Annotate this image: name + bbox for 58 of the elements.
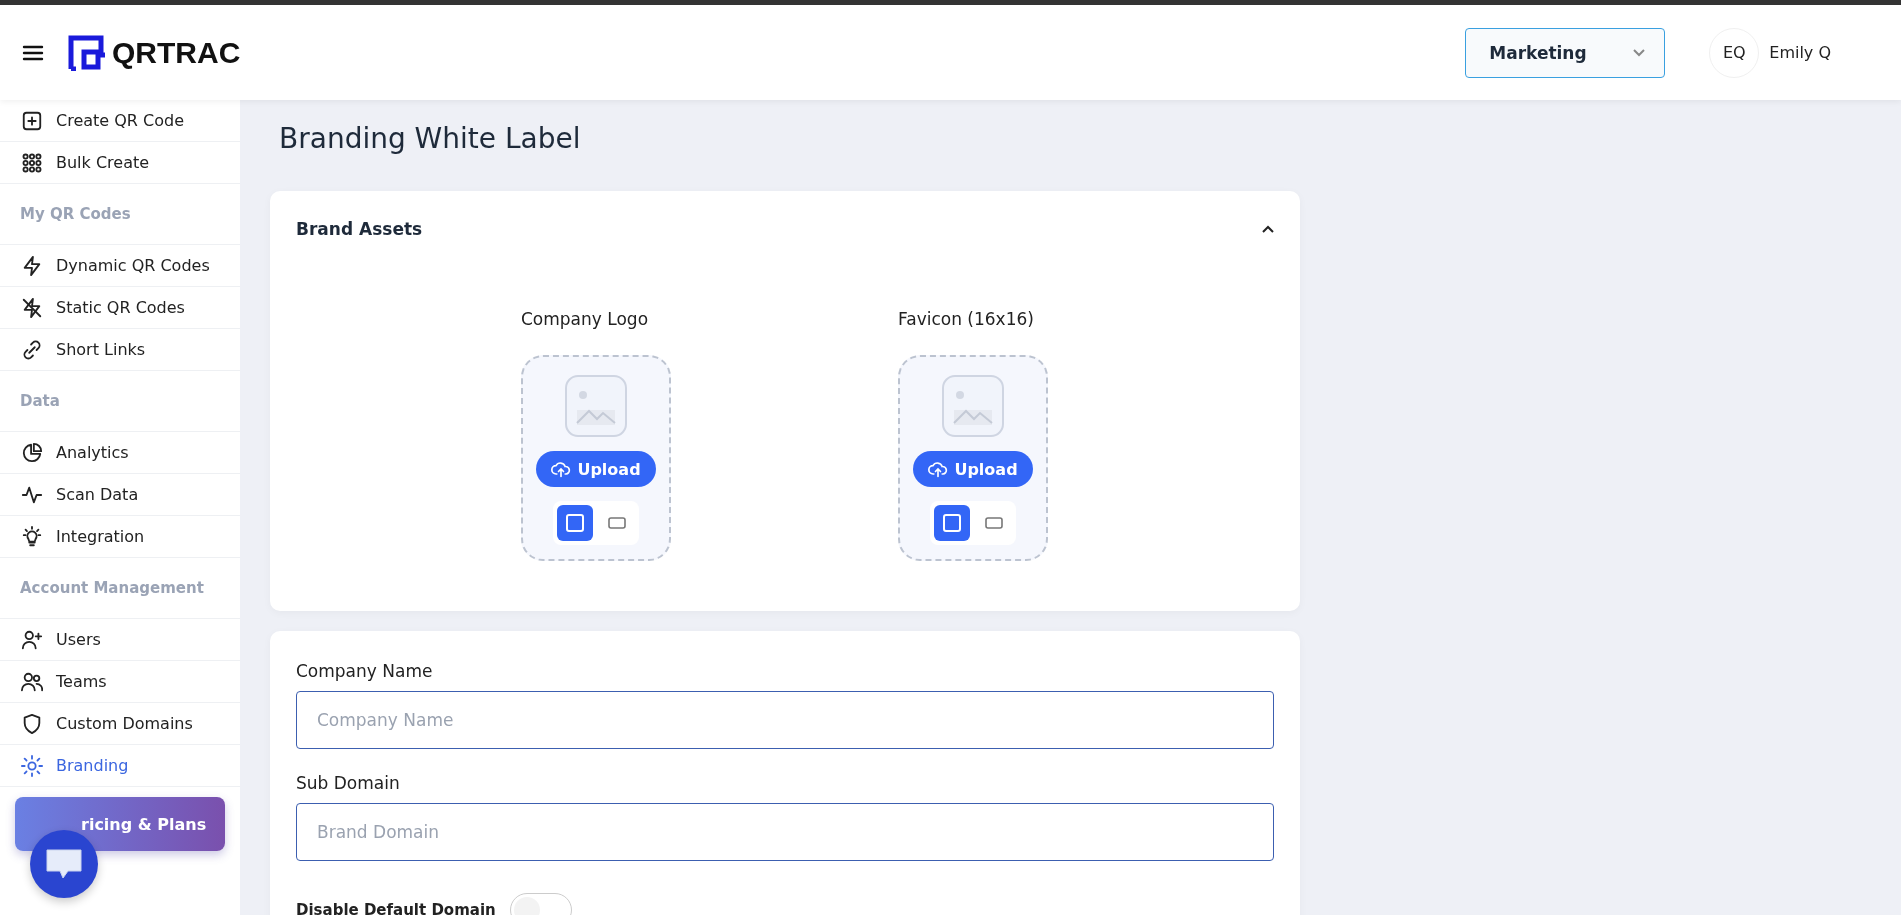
pricing-plans-button[interactable]: ricing & Plans — [15, 797, 225, 851]
square-icon — [566, 514, 584, 532]
sidebar-item[interactable]: Custom Domains — [0, 703, 240, 745]
toggle-label: Disable Default Domain — [296, 901, 496, 915]
plus-square-icon — [21, 109, 43, 132]
bulb-icon — [21, 525, 43, 548]
brand-name: QRTRAC — [112, 35, 241, 70]
upload-dropzone[interactable]: Upload — [521, 355, 671, 561]
text-field[interactable]: Brand Domain — [296, 803, 1274, 861]
upload-label: Favicon (16x16) — [898, 309, 1035, 329]
image-placeholder-icon — [942, 375, 1004, 437]
sidebar-item[interactable]: Branding — [0, 745, 240, 787]
sidebar-item[interactable]: Users — [0, 619, 240, 661]
field-label: Company Name — [296, 661, 434, 681]
upload-button[interactable]: Upload — [536, 451, 656, 487]
workspace-dropdown[interactable]: Marketing — [1465, 27, 1666, 78]
shape-option[interactable] — [934, 505, 970, 541]
sidebar-item[interactable]: Dynamic QR Codes — [0, 245, 240, 287]
sidebar-item[interactable]: Scan Data — [0, 474, 240, 516]
field-label: Sub Domain — [296, 773, 401, 793]
dots-grid-icon — [21, 151, 43, 174]
sidebar-item[interactable]: Integration — [0, 516, 240, 558]
logo-icon — [68, 34, 106, 71]
image-placeholder-icon — [565, 375, 627, 437]
sidebar-item[interactable]: Short Links — [0, 329, 240, 371]
page-title: Branding White Label — [279, 122, 582, 155]
sun-icon — [21, 754, 43, 777]
shape-option[interactable] — [557, 505, 593, 541]
section-heading: Account Management — [0, 558, 240, 619]
link-icon — [21, 338, 43, 361]
upload-label: Company Logo — [521, 309, 650, 329]
chevron-down-icon — [1632, 48, 1647, 57]
upload-dropzone[interactable]: Upload — [898, 355, 1048, 561]
square-icon — [943, 514, 961, 532]
lightning-icon — [21, 254, 43, 277]
section-heading: My QR Codes — [0, 184, 240, 245]
lightning-off-icon — [21, 296, 43, 319]
user-plus-icon — [21, 628, 43, 651]
section-heading: Data — [0, 371, 240, 432]
pie-chart-icon — [21, 441, 43, 464]
chat-bubble-icon — [44, 847, 84, 881]
user-name[interactable]: Emily Q — [1769, 43, 1831, 62]
sidebar-item[interactable]: Analytics — [0, 432, 240, 474]
rectangle-icon — [985, 517, 1003, 529]
cloud-upload-icon — [928, 460, 949, 478]
menu-icon[interactable] — [22, 44, 44, 61]
sidebar-item[interactable]: Create QR Code — [0, 100, 240, 142]
rectangle-icon — [608, 517, 626, 529]
sidebar-item[interactable]: Teams — [0, 661, 240, 703]
text-field[interactable]: Company Name — [296, 691, 1274, 749]
section-title: Brand Assets — [296, 219, 423, 239]
users-icon — [21, 670, 43, 693]
sidebar-item[interactable]: Static QR Codes — [0, 287, 240, 329]
shield-icon — [21, 712, 43, 735]
sidebar-item[interactable]: Bulk Create — [0, 142, 240, 184]
upload-button[interactable]: Upload — [913, 451, 1033, 487]
cloud-upload-icon — [551, 460, 572, 478]
chevron-up-icon[interactable] — [1262, 225, 1274, 233]
